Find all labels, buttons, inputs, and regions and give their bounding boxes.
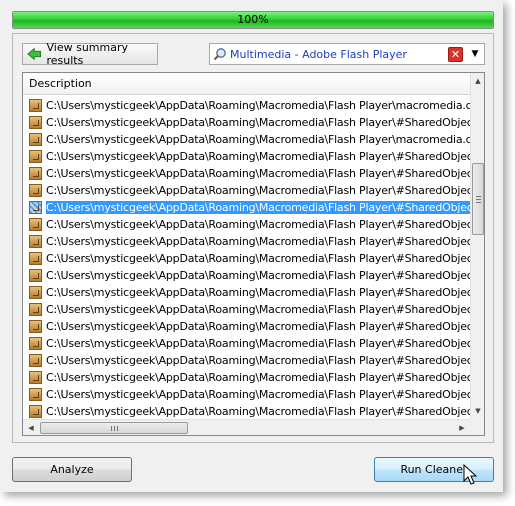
results-panel: View summary results Multimedia - Adobe … xyxy=(12,33,494,443)
scroll-right-arrow-icon[interactable]: ▶ xyxy=(455,420,469,435)
cookie-file-icon xyxy=(29,252,42,265)
list-item[interactable]: C:\Users\mysticgeek\AppData\Roaming\Macr… xyxy=(23,403,470,420)
cookie-file-icon xyxy=(29,167,42,180)
list-item[interactable]: C:\Users\mysticgeek\AppData\Roaming\Macr… xyxy=(23,352,470,369)
cookie-file-icon xyxy=(29,218,42,231)
cookie-file-icon xyxy=(29,99,42,112)
list-item-path: C:\Users\mysticgeek\AppData\Roaming\Macr… xyxy=(46,167,470,180)
category-label: Multimedia - Adobe Flash Player xyxy=(230,47,407,61)
cookie-file-icon xyxy=(29,303,42,316)
list-item-path: C:\Users\mysticgeek\AppData\Roaming\Macr… xyxy=(46,150,470,163)
horizontal-scrollbar[interactable]: ◀ ▶ xyxy=(23,419,470,435)
list-item[interactable]: C:\Users\mysticgeek\AppData\Roaming\Macr… xyxy=(23,182,470,199)
list-item-path: C:\Users\mysticgeek\AppData\Roaming\Macr… xyxy=(46,99,470,112)
scroll-left-arrow-icon[interactable]: ◀ xyxy=(24,420,38,435)
cookie-file-icon xyxy=(29,184,42,197)
cleaner-window: 100% View summary results Multimedia - A… xyxy=(0,0,503,492)
scroll-down-arrow-icon[interactable]: ▼ xyxy=(471,404,484,418)
list-item-path: C:\Users\mysticgeek\AppData\Roaming\Macr… xyxy=(46,218,470,231)
list-item-path: C:\Users\mysticgeek\AppData\Roaming\Macr… xyxy=(46,235,470,248)
list-rows: C:\Users\mysticgeek\AppData\Roaming\Macr… xyxy=(23,97,470,435)
cookie-file-icon xyxy=(29,405,42,418)
list-item-path: C:\Users\mysticgeek\AppData\Roaming\Macr… xyxy=(46,133,470,146)
vertical-scrollbar[interactable]: ▲ ▼ xyxy=(470,73,484,419)
cookie-file-icon xyxy=(29,286,42,299)
view-summary-label: View summary results xyxy=(46,41,129,67)
green-left-arrow-icon xyxy=(27,47,42,61)
list-item[interactable]: C:\Users\mysticgeek\AppData\Roaming\Macr… xyxy=(23,284,470,301)
list-item-path: C:\Users\mysticgeek\AppData\Roaming\Macr… xyxy=(46,116,470,129)
list-item[interactable]: C:\Users\mysticgeek\AppData\Roaming\Macr… xyxy=(23,216,470,233)
list-item-path: C:\Users\mysticgeek\AppData\Roaming\Macr… xyxy=(46,184,470,197)
list-item[interactable]: C:\Users\mysticgeek\AppData\Roaming\Macr… xyxy=(23,301,470,318)
results-list[interactable]: Description C:\Users\mysticgeek\AppData\… xyxy=(22,72,485,436)
list-item[interactable]: C:\Users\mysticgeek\AppData\Roaming\Macr… xyxy=(23,250,470,267)
list-item-path: C:\Users\mysticgeek\AppData\Roaming\Macr… xyxy=(46,371,470,384)
cookie-file-icon xyxy=(29,320,42,333)
cookie-file-icon xyxy=(29,388,42,401)
list-item-path: C:\Users\mysticgeek\AppData\Roaming\Macr… xyxy=(46,303,470,316)
list-item-path: C:\Users\mysticgeek\AppData\Roaming\Macr… xyxy=(46,354,470,367)
magnifier-icon xyxy=(213,48,226,61)
list-item[interactable]: C:\Users\mysticgeek\AppData\Roaming\Macr… xyxy=(23,386,470,403)
cookie-file-icon xyxy=(29,354,42,367)
list-item-path: C:\Users\mysticgeek\AppData\Roaming\Macr… xyxy=(46,320,470,333)
list-item[interactable]: C:\Users\mysticgeek\AppData\Roaming\Macr… xyxy=(23,233,470,250)
list-item[interactable]: C:\Users\mysticgeek\AppData\Roaming\Macr… xyxy=(23,131,470,148)
cookie-file-icon xyxy=(29,337,42,350)
cookie-file-icon xyxy=(29,116,42,129)
cookie-file-icon xyxy=(29,201,42,214)
list-item-path: C:\Users\mysticgeek\AppData\Roaming\Macr… xyxy=(46,286,470,299)
view-summary-button[interactable]: View summary results xyxy=(22,41,158,67)
cookie-file-icon xyxy=(29,133,42,146)
progress-bar: 100% xyxy=(12,11,494,29)
list-item-path: C:\Users\mysticgeek\AppData\Roaming\Macr… xyxy=(46,388,470,401)
list-item[interactable]: C:\Users\mysticgeek\AppData\Roaming\Macr… xyxy=(23,318,470,335)
chevron-down-icon[interactable]: ▼ xyxy=(469,49,481,59)
list-item-path: C:\Users\mysticgeek\AppData\Roaming\Macr… xyxy=(46,405,470,418)
horizontal-scroll-thumb[interactable] xyxy=(40,422,188,434)
list-item-path: C:\Users\mysticgeek\AppData\Roaming\Macr… xyxy=(46,252,470,265)
scroll-up-arrow-icon[interactable]: ▲ xyxy=(471,74,484,88)
red-x-icon[interactable]: ✕ xyxy=(448,46,463,62)
category-selector[interactable]: Multimedia - Adobe Flash Player ✕ ▼ xyxy=(209,43,485,65)
scrollbar-corner xyxy=(470,419,484,435)
cookie-file-icon xyxy=(29,150,42,163)
list-item-path: C:\Users\mysticgeek\AppData\Roaming\Macr… xyxy=(46,269,470,282)
list-item[interactable]: C:\Users\mysticgeek\AppData\Roaming\Macr… xyxy=(23,165,470,182)
list-item[interactable]: C:\Users\mysticgeek\AppData\Roaming\Macr… xyxy=(23,114,470,131)
vertical-scroll-thumb[interactable] xyxy=(472,163,484,235)
analyze-button[interactable]: Analyze xyxy=(12,457,132,482)
list-item[interactable]: C:\Users\mysticgeek\AppData\Roaming\Macr… xyxy=(23,97,470,114)
list-item[interactable]: C:\Users\mysticgeek\AppData\Roaming\Macr… xyxy=(23,335,470,352)
list-item[interactable]: C:\Users\mysticgeek\AppData\Roaming\Macr… xyxy=(23,369,470,386)
cookie-file-icon xyxy=(29,371,42,384)
progress-label: 100% xyxy=(237,13,269,26)
list-item-path: C:\Users\mysticgeek\AppData\Roaming\Macr… xyxy=(45,200,470,215)
list-item[interactable]: C:\Users\mysticgeek\AppData\Roaming\Macr… xyxy=(23,199,470,216)
list-item-path: C:\Users\mysticgeek\AppData\Roaming\Macr… xyxy=(46,337,470,350)
cookie-file-icon xyxy=(29,235,42,248)
list-item[interactable]: C:\Users\mysticgeek\AppData\Roaming\Macr… xyxy=(23,267,470,284)
mouse-pointer-icon xyxy=(463,464,478,485)
column-header-description[interactable]: Description xyxy=(23,73,470,95)
cookie-file-icon xyxy=(29,269,42,282)
list-item[interactable]: C:\Users\mysticgeek\AppData\Roaming\Macr… xyxy=(23,148,470,165)
